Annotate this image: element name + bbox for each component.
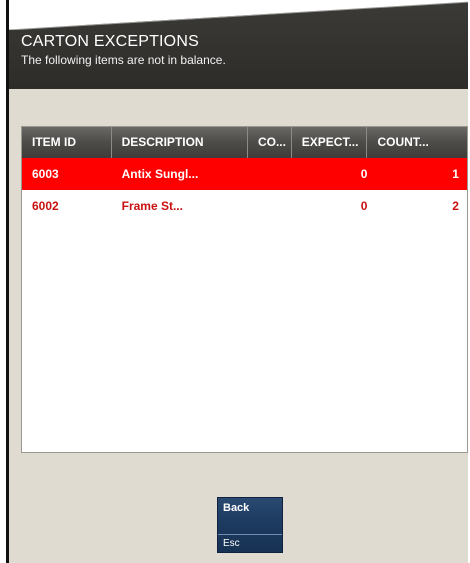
cell-item-id: 6002 (32, 199, 59, 213)
cell-expected: 0 (360, 199, 368, 213)
cell-counted: 2 (452, 199, 459, 213)
column-header-counted[interactable]: COUNT... (367, 127, 467, 158)
column-header-item-id[interactable]: ITEM ID (22, 127, 112, 158)
cell-counted: 1 (452, 167, 459, 181)
column-header-description[interactable]: DESCRIPTION (112, 127, 248, 158)
cell-expected: 0 (360, 167, 368, 181)
page-title: CARTON EXCEPTIONS (21, 33, 199, 50)
header-swoosh (9, 0, 468, 30)
table-header: ITEM ID DESCRIPTION CO... EXPECT... COUN… (22, 127, 467, 158)
cell-co (248, 158, 292, 190)
cell-description: Antix Sungl... (121, 167, 199, 181)
back-button-divider (218, 534, 282, 535)
exceptions-table: ITEM ID DESCRIPTION CO... EXPECT... COUN… (21, 126, 468, 453)
page-subtitle: The following items are not in balance. (21, 53, 226, 67)
cell-co (248, 190, 292, 222)
back-button[interactable]: Back Esc (217, 497, 283, 553)
table-row[interactable]: 6002 Frame St... 0 2 (22, 190, 467, 222)
cell-item-id: 6003 (32, 167, 59, 181)
column-header-expected[interactable]: EXPECT... (292, 127, 368, 158)
back-button-label: Back (223, 502, 250, 514)
back-button-shortcut: Esc (223, 538, 240, 549)
cell-description: Frame St... (121, 199, 183, 213)
column-header-co[interactable]: CO... (248, 127, 292, 158)
carton-exceptions-window: CARTON EXCEPTIONS The following items ar… (6, 0, 468, 563)
header-bar: CARTON EXCEPTIONS The following items ar… (9, 0, 468, 89)
table-row[interactable]: 6003 Antix Sungl... 0 1 (22, 158, 467, 190)
